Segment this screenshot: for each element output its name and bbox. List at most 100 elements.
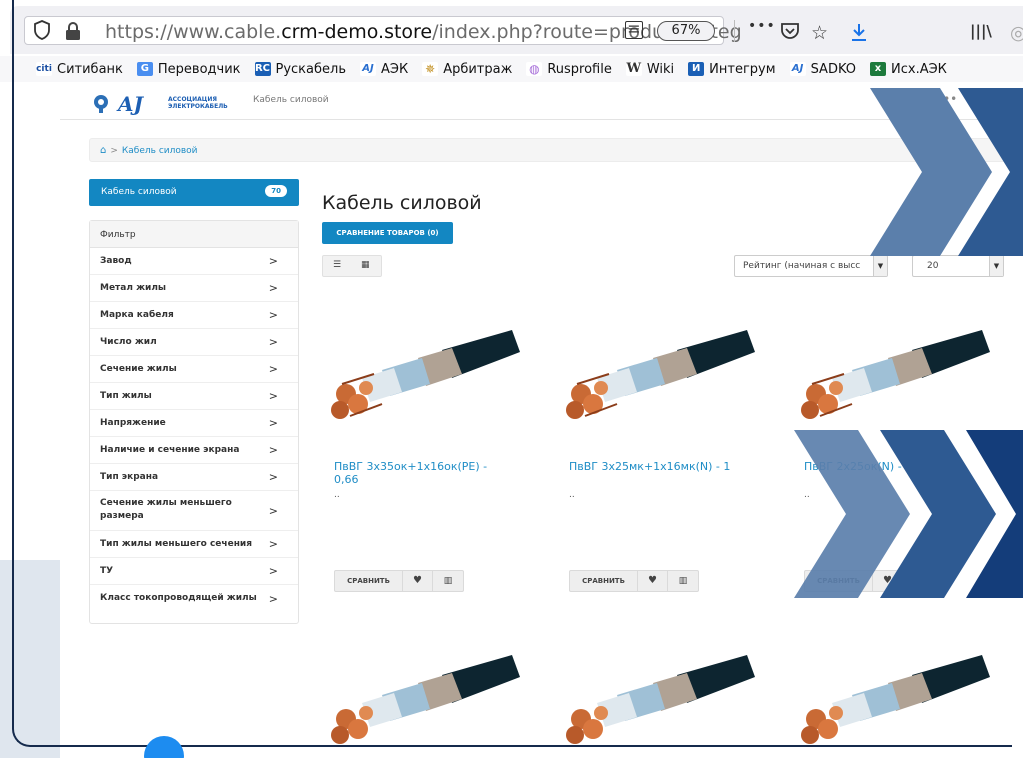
view-toggle: ☰ ▦ (322, 255, 382, 277)
filter-label: Завод (100, 256, 132, 266)
product-name-link[interactable]: ПвВГ 3х35ок+1х16ок(PE) - 0,66 (334, 460, 514, 486)
bookmark-translator[interactable]: G Переводчик (136, 62, 241, 77)
pocket-icon[interactable] (780, 22, 800, 45)
translate-icon: G (136, 62, 153, 76)
citi-icon: citi (36, 62, 52, 76)
filter-panel: Фильтр Завод > Метал жилы > Марка кабеля > … (89, 220, 299, 624)
integrum-logo-icon[interactable] (90, 94, 110, 116)
header-more-icon[interactable]: ••• (936, 92, 957, 106)
compare-button[interactable]: СРАВНИТЬ (570, 571, 638, 591)
product-image[interactable] (322, 655, 520, 755)
filter-item-conductor-class[interactable]: Класс токопроводящей жилы > (90, 585, 298, 612)
product-actions: СРАВНИТЬ ♥ ▥ (804, 570, 934, 592)
url-text[interactable]: https://www.cable.crm-demo.store/index.p… (105, 21, 742, 43)
lock-icon[interactable] (65, 22, 81, 45)
integrum-icon: И (688, 62, 705, 76)
filter-item-zavod[interactable]: Завод > (90, 248, 298, 275)
excel-icon: x (870, 62, 887, 76)
page-actions-icon[interactable]: ••• (748, 18, 776, 34)
bookmark-label: Исх.АЭК (891, 61, 947, 77)
product-description: .. (569, 490, 575, 500)
zoom-level[interactable]: 67% (657, 21, 715, 41)
reader-view-icon[interactable]: ≡ (625, 21, 643, 39)
chevron-right-icon: > (268, 389, 278, 403)
chevron-right-icon: > (268, 254, 278, 268)
bookmark-wiki[interactable]: W Wiki (625, 61, 674, 77)
eagle-icon: ✵ (422, 62, 439, 76)
bookmark-label: Ситибанк (57, 61, 123, 77)
bookmark-label: Рускабель (275, 61, 346, 77)
bookmark-aek[interactable]: AJ АЭК (359, 62, 408, 77)
product-image[interactable] (557, 655, 755, 755)
compare-button[interactable]: СРАВНИТЬ (335, 571, 403, 591)
filter-label: Наличие и сечение экрана (100, 445, 240, 455)
filter-item-brand[interactable]: Марка кабеля > (90, 302, 298, 329)
browser-toolbar: https://www.cable.crm-demo.store/index.p… (10, 6, 1023, 54)
aek-icon: AJ (789, 62, 806, 76)
filter-item-cores[interactable]: Число жил > (90, 329, 298, 356)
filter-label: Сечение жилы (100, 364, 177, 374)
bookmarks-bar: citi Ситибанк G Переводчик RC Рускабель … (0, 56, 1023, 82)
filter-item-voltage[interactable]: Напряжение > (90, 410, 298, 437)
product-image[interactable] (557, 330, 755, 430)
bookmark-arbitrazh[interactable]: ✵ Арбитраж (422, 62, 512, 77)
limit-select[interactable]: 20 ▼ (912, 255, 1004, 277)
limit-value: 20 (927, 261, 939, 271)
site-header: AJ АССОЦИАЦИЯ ЭЛЕКТРОКАБЕЛЬ Кабель силов… (60, 84, 1023, 120)
sort-select[interactable]: Рейтинг (начиная с высс ▼ (734, 255, 888, 277)
breadcrumb-current[interactable]: Кабель силовой (122, 146, 198, 156)
sidebar-category-active[interactable]: Кабель силовой 70 (89, 179, 299, 206)
heart-icon[interactable]: ♥ (873, 571, 903, 591)
shield-icon[interactable] (33, 20, 51, 45)
bookmark-ish-aek[interactable]: x Исх.АЭК (870, 62, 947, 77)
header-category-link[interactable]: Кабель силовой (253, 95, 329, 105)
grid-view-icon[interactable]: ▦ (361, 260, 370, 270)
bar-chart-icon[interactable]: ▥ (433, 571, 463, 591)
decorative-background (0, 560, 60, 758)
compare-products-button[interactable]: СРАВНЕНИЕ ТОВАРОВ (0) (322, 222, 453, 244)
product-image[interactable] (792, 330, 990, 430)
chevron-right-icon: > (268, 470, 278, 484)
aek-logo-icon[interactable]: AJ (118, 92, 143, 116)
filter-item-screen-type[interactable]: Тип экрана > (90, 464, 298, 491)
product-image[interactable] (322, 330, 520, 430)
heart-icon[interactable]: ♥ (638, 571, 668, 591)
extension-icon[interactable]: ◎ (1010, 22, 1023, 44)
address-bar[interactable]: https://www.cable.crm-demo.store/index.p… (24, 16, 742, 45)
product-name-link[interactable]: ПвВГ 2х25ок(N) - 1 (804, 460, 984, 473)
filter-item-tu[interactable]: ТУ > (90, 558, 298, 585)
dropdown-arrow-icon: ▼ (989, 256, 1003, 276)
list-view-icon[interactable]: ☰ (333, 260, 341, 270)
product-description: .. (334, 490, 340, 500)
chevron-right-icon: > (268, 335, 278, 349)
bar-chart-icon[interactable]: ▥ (903, 571, 933, 591)
filter-item-core-type[interactable]: Тип жилы > (90, 383, 298, 410)
bookmark-label: Арбитраж (443, 61, 513, 77)
download-icon[interactable] (850, 22, 868, 47)
filter-item-section[interactable]: Сечение жилы > (90, 356, 298, 383)
chevron-right-icon: > (268, 281, 278, 295)
wikipedia-icon: W (625, 61, 642, 76)
filter-item-metal[interactable]: Метал жилы > (90, 275, 298, 302)
product-image[interactable] (792, 655, 990, 755)
heart-icon[interactable]: ♥ (403, 571, 433, 591)
star-bookmark-icon[interactable]: ☆ (811, 22, 828, 44)
bookmark-citibank[interactable]: citi Ситибанк (36, 62, 123, 77)
bookmark-integrum[interactable]: И Интегрум (688, 62, 776, 77)
filter-label: Метал жилы (100, 283, 167, 293)
filter-item-screen[interactable]: Наличие и сечение экрана > (90, 437, 298, 464)
category-count-badge: 70 (265, 185, 287, 197)
product-name-link[interactable]: ПвВГ 3х25мк+1х16мк(N) - 1 (569, 460, 749, 473)
compare-button[interactable]: СРАВНИТЬ (805, 571, 873, 591)
filter-label: Марка кабеля (100, 310, 174, 320)
bookmark-rusprofile[interactable]: ◍ Rusprofile (526, 62, 612, 77)
bar-chart-icon[interactable]: ▥ (668, 571, 698, 591)
library-icon[interactable]: |||\ (970, 22, 992, 40)
bookmark-sadko[interactable]: AJ SADKO (789, 62, 856, 77)
rusprofile-icon: ◍ (526, 62, 543, 76)
home-icon[interactable]: ⌂ (100, 145, 106, 156)
filter-item-small-core-type[interactable]: Тип жилы меньшего сечения > (90, 531, 298, 558)
chevron-right-icon: > (268, 592, 278, 605)
filter-item-small-section[interactable]: Сечение жилы меньшего размера > (90, 491, 298, 531)
bookmark-ruskabel[interactable]: RC Рускабель (254, 61, 346, 77)
